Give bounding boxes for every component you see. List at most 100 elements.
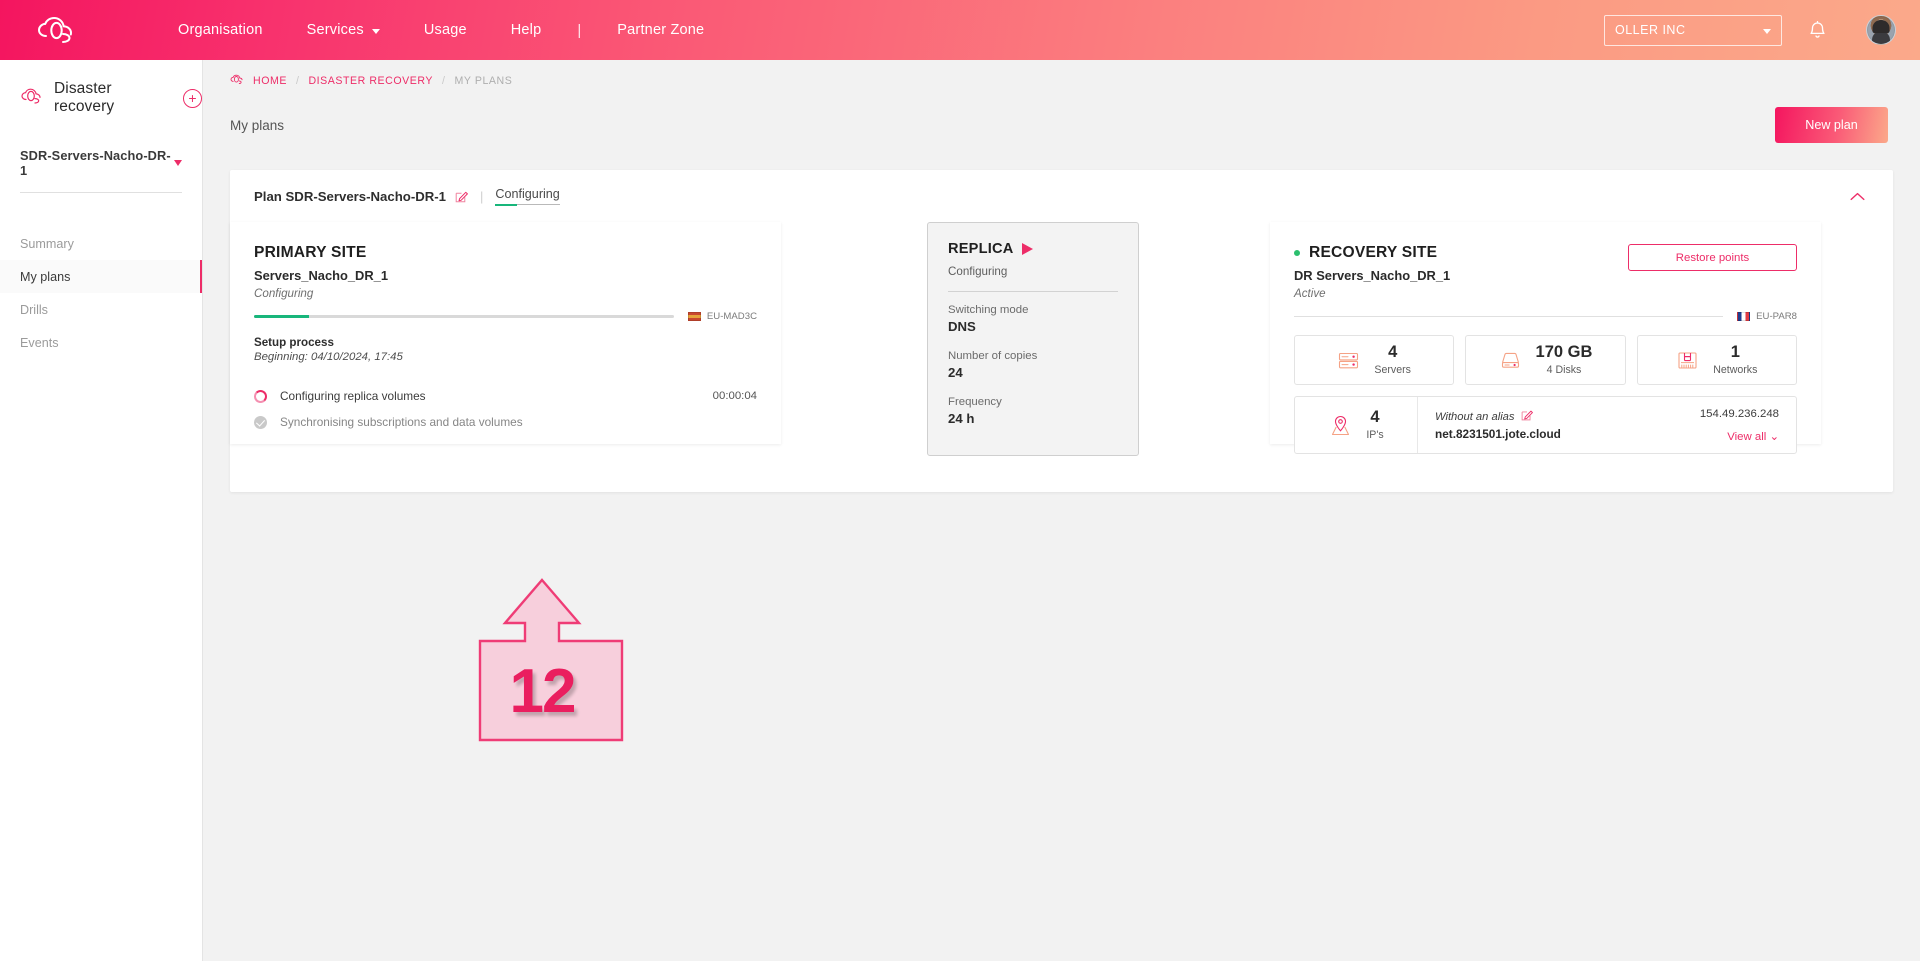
recovery-site-region-row: EU-PAR8 (1294, 311, 1797, 322)
top-navigation-bar: Organisation Services Usage Help | Partn… (0, 0, 1920, 60)
setup-task-time: 00:00:04 (712, 390, 757, 402)
stat-caption: Servers (1374, 364, 1411, 376)
primary-site-region: EU-MAD3C (687, 311, 757, 322)
stat-caption: Networks (1713, 364, 1758, 376)
setup-beginning-time: Beginning: 04/10/2024, 17:45 (254, 351, 403, 363)
edit-pencil-icon[interactable] (1521, 409, 1533, 424)
divider (1294, 316, 1724, 317)
replica-title: REPLICA (948, 241, 1014, 257)
setup-progress-bar (254, 315, 674, 318)
plan-selector-dropdown[interactable]: SDR-Servers-Nacho-DR-1 (20, 148, 182, 193)
plan-selector-value: SDR-Servers-Nacho-DR-1 (20, 148, 171, 178)
breadcrumb-item-my-plans: MY PLANS (454, 74, 513, 87)
stat-box-servers[interactable]: 4 Servers (1294, 335, 1455, 385)
ip-alias-row: Without an alias (1435, 409, 1624, 424)
primary-site-region-label: EU-MAD3C (706, 311, 757, 322)
replica-state: Configuring (948, 265, 1008, 278)
replica-field-switching-mode: Switching mode DNS (948, 304, 1118, 334)
primary-site-card: PRIMARY SITE Servers_Nacho_DR_1 Configur… (230, 222, 781, 444)
plan-status-link[interactable]: Configuring (495, 187, 560, 206)
recovery-site-state: Active (1294, 287, 1326, 300)
play-triangle-icon[interactable] (1022, 243, 1034, 255)
organisation-name: OLLER INC (1615, 23, 1686, 37)
sidebar: Disaster recovery + SDR-Servers-Nacho-DR… (0, 60, 203, 971)
ip-count-caption: IP's (1366, 429, 1384, 441)
cloud-logo-icon[interactable] (30, 13, 86, 47)
ip-address-group: 154.49.236.248 View all ⌄ (1624, 397, 1796, 453)
recovery-site-title: RECOVERY SITE (1309, 244, 1438, 261)
chevron-down-icon (371, 28, 380, 34)
sidebar-item-label: Drills (20, 302, 48, 317)
restore-points-button[interactable]: Restore points (1628, 244, 1797, 271)
stat-text: 170 GB 4 Disks (1535, 343, 1593, 376)
nav-separator: | (577, 21, 582, 39)
main-nav: Organisation Services Usage Help | Partn… (156, 22, 726, 39)
main-content: HOME / DISASTER RECOVERY / MY PLANS My p… (203, 60, 1920, 971)
plan-header-separator: | (480, 188, 484, 204)
view-all-label: View all (1727, 430, 1767, 443)
nav-item-usage[interactable]: Usage (402, 22, 489, 38)
new-plan-button[interactable]: New plan (1775, 107, 1888, 143)
sidebar-item-events[interactable]: Events (0, 326, 202, 359)
add-plan-button[interactable]: + (183, 88, 202, 108)
breadcrumb-item-home[interactable]: HOME (253, 75, 287, 87)
recovery-site-stats: 4 Servers 170 GB 4 Disks 1 Networks (1294, 335, 1797, 385)
nav-item-partner-zone[interactable]: Partner Zone (595, 22, 726, 38)
sidebar-menu: Summary My plans Drills Events (0, 227, 202, 359)
primary-site-state: Configuring (254, 287, 314, 300)
plan-name: Plan SDR-Servers-Nacho-DR-1 (254, 188, 447, 204)
ip-count-group: 4 IP's (1295, 397, 1418, 453)
stat-value: 4 (1388, 343, 1398, 361)
breadcrumb-separator: / (442, 74, 446, 87)
home-cloud-icon[interactable] (230, 74, 244, 87)
disk-icon (1499, 349, 1522, 372)
replica-field-number-of-copies: Number of copies 24 (948, 350, 1118, 380)
primary-site-name: Servers_Nacho_DR_1 (254, 268, 388, 283)
edit-pencil-icon[interactable] (455, 190, 468, 203)
stat-box-networks[interactable]: 1 Networks (1636, 335, 1797, 385)
chevron-up-icon[interactable] (1844, 186, 1871, 207)
breadcrumb-item-disaster-recovery[interactable]: DISASTER RECOVERY (308, 75, 433, 87)
replica-field-value: 24 (948, 365, 963, 380)
sidebar-item-label: Summary (20, 236, 74, 251)
recovery-site-name: DR Servers_Nacho_DR_1 (1294, 268, 1451, 283)
stat-value: 170 GB (1535, 343, 1593, 361)
server-rack-icon (1337, 349, 1360, 372)
sidebar-service-title: Disaster recovery (54, 80, 115, 115)
nav-label: Usage (423, 22, 467, 38)
check-circle-icon (254, 415, 267, 429)
view-all-ips-link[interactable]: View all ⌄ (1727, 429, 1779, 443)
stat-box-disks[interactable]: 170 GB 4 Disks (1465, 335, 1626, 385)
nav-item-help[interactable]: Help (489, 22, 564, 38)
page-title: My plans (230, 117, 285, 133)
up-arrow-callout-shape (478, 578, 624, 742)
app-root: Organisation Services Usage Help | Partn… (0, 0, 1929, 971)
setup-process-label: Setup process (254, 336, 334, 349)
site-cards-row: PRIMARY SITE Servers_Nacho_DR_1 Configur… (230, 222, 1893, 492)
recovery-site-title-block: RECOVERY SITE DR Servers_Nacho_DR_1 Acti… (1294, 244, 1450, 300)
notification-bell-icon[interactable] (1794, 10, 1840, 50)
sidebar-item-my-plans[interactable]: My plans (0, 260, 202, 293)
setup-task-row: Configuring replica volumes 00:00:04 (254, 383, 757, 409)
replica-field-frequency: Frequency 24 h (948, 396, 1118, 426)
avatar[interactable] (1866, 15, 1896, 45)
ip-alias-label: Without an alias (1435, 410, 1515, 423)
sidebar-item-drills[interactable]: Drills (0, 293, 202, 326)
sidebar-plan-selector-wrap: SDR-Servers-Nacho-DR-1 (0, 116, 202, 193)
page-edge (1920, 0, 1929, 971)
sidebar-item-summary[interactable]: Summary (0, 227, 202, 260)
organisation-selector[interactable]: OLLER INC (1604, 14, 1782, 46)
breadcrumb: HOME / DISASTER RECOVERY / MY PLANS (203, 60, 1920, 87)
replica-field-label: Frequency (948, 396, 1002, 408)
nav-item-services[interactable]: Services (285, 22, 402, 38)
setup-task-list: Configuring replica volumes 00:00:04 Syn… (254, 383, 757, 435)
replica-field-label: Switching mode (948, 304, 1029, 316)
setup-progress-fill (254, 315, 309, 318)
ip-block: 4 IP's Without an alias net.8231501.jote… (1294, 396, 1797, 454)
recovery-site-title-row: RECOVERY SITE (1294, 244, 1450, 262)
nav-item-organisation[interactable]: Organisation (156, 22, 285, 38)
topbar-right-group: OLLER INC (1604, 10, 1920, 50)
setup-task-row: Synchronising subscriptions and data vol… (254, 409, 757, 435)
sidebar-header: Disaster recovery + (0, 60, 202, 116)
annotation-callout: 12 (459, 577, 625, 744)
